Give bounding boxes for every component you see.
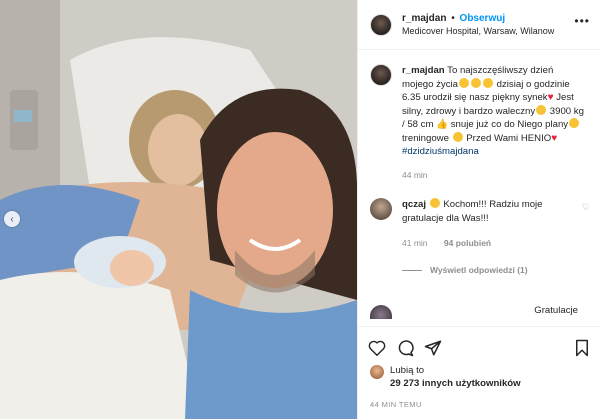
author-username[interactable]: r_majdan [402,13,446,24]
caption: r_majdan To najszczęśliwszy dzień mojego… [370,64,592,182]
caption-username[interactable]: r_majdan [402,65,445,76]
caption-time[interactable]: 44 min [402,169,584,183]
likes-others-label[interactable]: innych użytkowników [419,378,521,389]
caption-text-5: snuje już co do Niego plany [448,119,569,130]
comment-time[interactable]: 41 min [402,238,428,248]
partial-commenter-avatar[interactable] [370,305,392,319]
reply-divider [402,269,422,271]
save-bookmark-icon[interactable] [574,339,590,357]
comment-item: qczaj Kochom!!! Radziu moje gratulacje d… [370,198,592,251]
heart-emoji-icon: ♥ [551,132,558,144]
heart-eyes-emoji-icon [459,77,469,88]
post-actions: Lubią to 29 273 innych użytkowników 44 M… [358,326,600,419]
photo-illustration [0,0,357,419]
partial-comment-text: Gratulacje [534,305,578,316]
heart-eyes-emoji-icon [429,198,440,208]
author-avatar[interactable] [370,13,392,36]
likes-summary: Lubią to 29 273 innych użytkowników [358,364,600,390]
caption-text-6: treningowe [402,132,452,144]
comment-likes[interactable]: 94 polubień [444,238,491,248]
separator: • [451,12,455,24]
post-time-ago[interactable]: 44 MIN TEMU [358,400,600,409]
caption-avatar[interactable] [370,64,392,86]
comments-section: r_majdan To najszczęśliwszy dzień mojego… [370,64,592,275]
flexed-biceps-emoji-icon [536,104,547,115]
heart-eyes-emoji-icon [483,77,493,88]
likes-count[interactable]: 29 273 [390,378,419,389]
partial-comment-item: Gratulacje [370,305,592,319]
likes-label: Lubią to [390,365,425,376]
heart-icon[interactable] [368,340,386,356]
commenter-username[interactable]: qczaj [402,199,426,210]
post-photo[interactable]: ‹ [0,0,357,419]
comment-icon[interactable] [396,339,414,357]
post-location[interactable]: Medicover Hospital, Warsaw, Wilanow [402,25,554,38]
laughing-emoji-icon [452,131,463,142]
post-side-panel: r_majdan • Obserwuj Medicover Hospital, … [357,0,600,419]
ellipsis-icon[interactable]: ••• [574,14,590,28]
follow-button[interactable]: Obserwuj [460,13,506,24]
caption-text-7: Przed Wami HENIO [463,132,552,144]
post-header: r_majdan • Obserwuj Medicover Hospital, … [358,0,600,50]
hashtag-link[interactable]: #dzidziuśmajdana [402,146,479,157]
view-replies-label: Wyświetl odpowiedzi (1) [430,264,528,275]
winking-emoji-icon [569,118,580,128]
view-replies-link[interactable]: Wyświetl odpowiedzi (1) [402,265,592,275]
like-comment-heart-icon[interactable]: ♡ [582,202,590,213]
heart-eyes-emoji-icon [471,77,481,88]
liker-avatar[interactable] [370,365,384,379]
share-icon[interactable] [424,339,442,357]
previous-photo-icon[interactable]: ‹ [4,211,20,227]
thumbs-up-emoji-icon: 👍 [436,119,449,130]
commenter-avatar[interactable] [370,198,392,220]
